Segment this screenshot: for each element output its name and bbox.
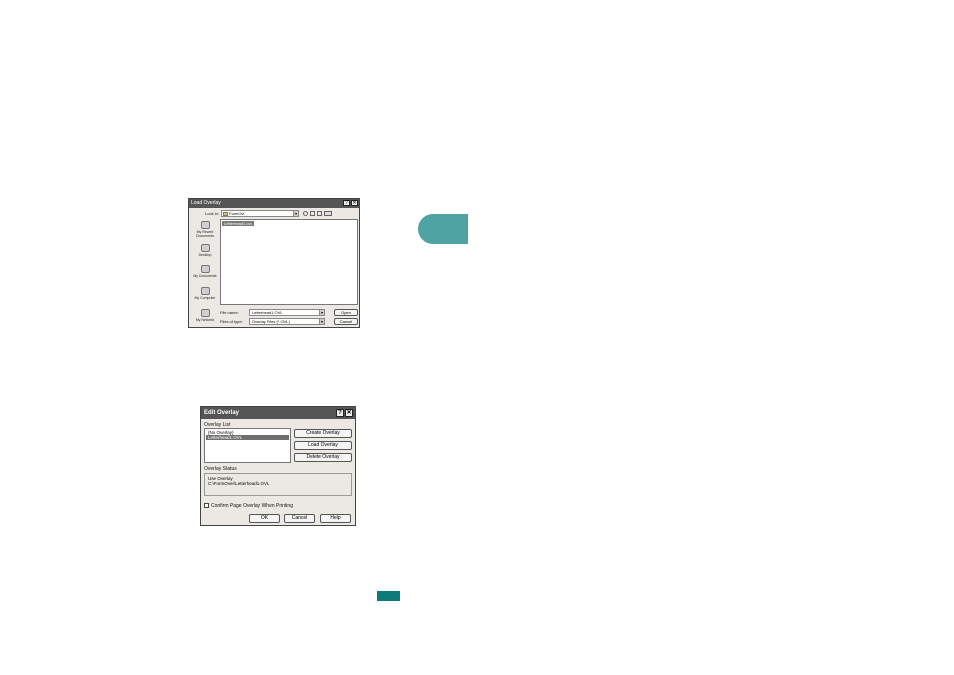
open-button[interactable]: Open [334, 309, 358, 316]
place-my-network[interactable]: My Network [191, 309, 219, 322]
load-overlay-titlebar: Load Overlay ? ✕ [189, 199, 359, 208]
look-in-dropdown[interactable]: FormOvl ▾ [221, 210, 299, 217]
cancel-button[interactable]: Cancel [334, 318, 358, 325]
my-documents-icon [200, 265, 210, 273]
place-my-recent-documents[interactable]: My Recent Documents [191, 221, 219, 238]
file-name-value: Letterhead1.OVL [252, 310, 283, 315]
new-folder-icon[interactable] [317, 211, 322, 216]
look-in-value: FormOvl [229, 211, 245, 216]
place-label: My Documents [193, 274, 217, 278]
file-type-label: Files of type: [220, 319, 243, 324]
close-icon[interactable]: ✕ [345, 409, 353, 417]
places-bar: My Recent Documents Desktop My Documents… [191, 219, 219, 327]
edit-overlay-titlebar: Edit Overlay ? ✕ [201, 407, 355, 419]
chevron-down-icon: ▾ [293, 211, 298, 216]
look-in-label: Look in: [205, 211, 220, 216]
overlay-list[interactable]: (No Overlay) Letterhead1.OVL [204, 428, 291, 463]
my-network-icon [200, 309, 210, 317]
create-overlay-button[interactable]: Create Overlay [294, 429, 352, 438]
place-label: My Recent Documents [196, 230, 214, 238]
file-type-value: Overlay Files (*.OVL) [252, 319, 290, 324]
place-my-documents[interactable]: My Documents [191, 265, 219, 278]
ok-button[interactable]: OK [249, 514, 280, 523]
file-name-input[interactable]: Letterhead1.OVL ▾ [249, 309, 325, 316]
file-name-label: File name: [220, 310, 239, 315]
place-label: My Network [195, 318, 215, 322]
list-item[interactable]: Letterhead1.OVL [206, 435, 289, 440]
back-icon[interactable] [303, 211, 308, 216]
cancel-button[interactable]: Cancel [284, 514, 315, 523]
edit-overlay-title: Edit Overlay [204, 410, 240, 416]
page-number-marker [377, 591, 400, 601]
status-line: C:\FormOver\Letterhead1.OVL [208, 481, 270, 486]
place-desktop[interactable]: Desktop [191, 244, 219, 257]
place-label: My Computer [194, 296, 216, 300]
file-item[interactable]: Letterhead1.ovl [222, 221, 254, 226]
load-overlay-title: Load Overlay [191, 200, 221, 206]
help-icon[interactable]: ? [343, 200, 350, 206]
confirm-overlay-checkbox[interactable] [204, 503, 209, 508]
load-overlay-dialog: Load Overlay ? ✕ Look in: FormOvl ▾ My R… [188, 198, 360, 328]
help-button[interactable]: Help [320, 514, 351, 523]
close-icon[interactable]: ✕ [351, 200, 358, 206]
recent-documents-icon [200, 221, 210, 229]
delete-overlay-button[interactable]: Delete Overlay [294, 453, 352, 462]
chevron-down-icon: ▾ [319, 319, 324, 324]
place-label: Desktop [198, 253, 212, 257]
file-list[interactable]: Letterhead1.ovl [220, 219, 358, 305]
confirm-overlay-label: Confirm Page Overlay When Printing [211, 503, 293, 509]
desktop-icon [200, 244, 210, 252]
view-menu-icon[interactable] [324, 211, 332, 216]
up-folder-icon[interactable] [310, 211, 315, 216]
edit-overlay-dialog: Edit Overlay ? ✕ Overlay List (No Overla… [200, 406, 356, 526]
overlay-status-label: Overlay Status [204, 466, 237, 472]
load-overlay-button[interactable]: Load Overlay [294, 441, 352, 450]
help-icon[interactable]: ? [336, 409, 344, 417]
place-my-computer[interactable]: My Computer [191, 287, 219, 300]
overlay-status-box: Use Overlay C:\FormOver\Letterhead1.OVL [204, 473, 352, 496]
file-type-select[interactable]: Overlay Files (*.OVL) ▾ [249, 318, 325, 325]
chevron-down-icon: ▾ [319, 310, 324, 315]
chapter-tab [418, 214, 468, 244]
my-computer-icon [200, 287, 210, 295]
folder-icon [223, 212, 228, 216]
